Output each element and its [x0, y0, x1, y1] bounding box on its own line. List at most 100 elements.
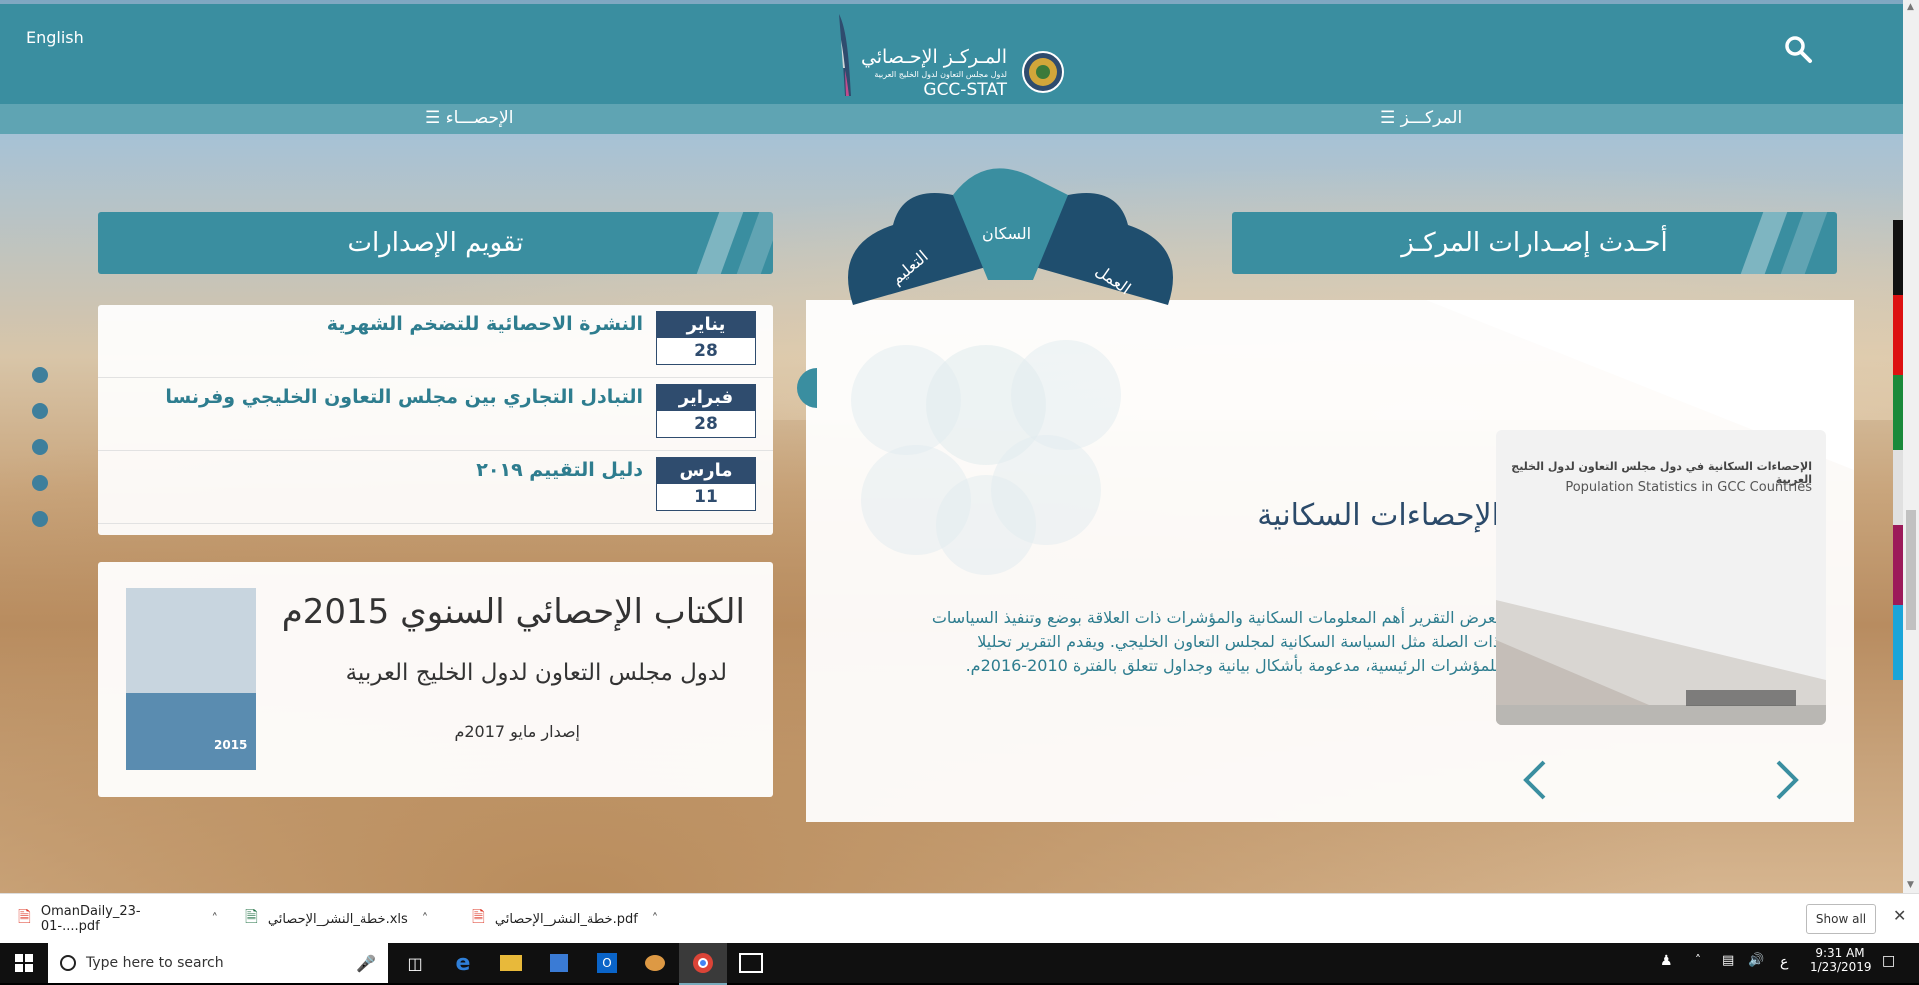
section-dot[interactable] — [32, 475, 48, 491]
nav-center-label: المركـــز — [1400, 108, 1463, 128]
gcc-emblem-icon — [1022, 51, 1064, 93]
language-link[interactable]: English — [26, 28, 84, 47]
chevron-up-icon[interactable]: ˄ — [212, 912, 219, 927]
chevron-up-icon[interactable]: ˄ — [422, 912, 429, 927]
store-icon[interactable] — [535, 943, 583, 983]
notification-icon[interactable]: □ — [1882, 953, 1895, 969]
menu-icon: ☰ — [425, 108, 441, 128]
paint-icon[interactable] — [631, 943, 679, 983]
release-calendar-title: تقويم الإصدارات — [347, 228, 524, 258]
yearbook-release: إصدار مايو 2017م — [454, 722, 580, 741]
date-day: 28 — [657, 411, 755, 437]
cover-map — [126, 588, 256, 693]
logo-english: GCC-STAT — [923, 80, 1007, 100]
next-arrow-icon[interactable] — [1772, 758, 1802, 802]
date-month: مارس — [657, 458, 755, 484]
header-stripe — [696, 212, 744, 274]
release-calendar-list: يناير 28 النشرة الاحصائية للتضخم الشهرية… — [98, 305, 773, 535]
page-scrollbar[interactable]: ▲ ▼ — [1903, 0, 1919, 893]
windows-taskbar: Type here to search 🎤 ◫ e O ♟ ˄ ▤ 🔊 ع 9:… — [0, 943, 1919, 985]
header-stripe — [736, 212, 773, 274]
date-month: فبراير — [657, 385, 755, 411]
scroll-down-icon[interactable]: ▼ — [1907, 880, 1914, 890]
header-stripe — [1780, 212, 1828, 274]
download-item[interactable]: 🗎 OmanDaily_23-01-....pdf ˄ — [18, 894, 218, 944]
cover-artwork — [1496, 600, 1826, 725]
cortana-icon — [60, 955, 76, 971]
topic-wheel-faded — [851, 340, 1121, 575]
file-explorer-icon[interactable] — [487, 943, 535, 983]
close-icon[interactable]: ✕ — [1893, 906, 1906, 925]
menu-icon: ☰ — [1380, 108, 1396, 128]
downloads-bar: 🗎 OmanDaily_23-01-....pdf ˄ 🗎 خطة_النشر_… — [0, 893, 1919, 944]
calendar-item[interactable]: مارس 11 دليل التقييم ٢٠١٩ — [98, 451, 773, 524]
date-day: 11 — [657, 484, 755, 510]
calendar-item-title[interactable]: دليل التقييم ٢٠١٩ — [476, 459, 643, 481]
nav-center-menu[interactable]: المركـــز ☰ — [1380, 108, 1462, 128]
show-all-button[interactable]: Show all — [1806, 904, 1876, 934]
chevron-up-icon[interactable]: ˄ — [1695, 953, 1701, 967]
logo-flag-mark — [839, 14, 851, 96]
date-badge: مارس 11 — [656, 457, 756, 511]
latest-publications-title: أحـدث إصـدارات المركـز — [1401, 228, 1668, 258]
microphone-icon[interactable]: 🎤 — [356, 954, 376, 973]
cover-english-title: Population Statistics in GCC Countries — [1565, 480, 1812, 495]
scroll-thumb[interactable] — [1906, 510, 1916, 630]
search-icon[interactable] — [1783, 34, 1813, 64]
header-stripe — [1740, 212, 1788, 274]
date-month: يناير — [657, 312, 755, 338]
calendar-item[interactable]: يناير 28 النشرة الاحصائية للتضخم الشهرية — [98, 305, 773, 378]
section-dots — [32, 367, 48, 527]
nav-stats-label: الإحصـــاء — [445, 108, 514, 128]
latest-publications-header: أحـدث إصـدارات المركـز — [1232, 212, 1837, 274]
outlook-icon[interactable]: O — [583, 943, 631, 983]
yearbook-card[interactable]: 2015 الكتاب الإحصائي السنوي 2015م لدول م… — [98, 562, 773, 797]
clock[interactable]: 9:31 AM 1/23/2019 — [1810, 946, 1872, 974]
section-dot[interactable] — [32, 511, 48, 527]
publication-slide: الإحصاءات السكانية يعرض التقرير أهم المع… — [806, 300, 1854, 822]
wheel-topic-population[interactable]: السكان — [982, 224, 1031, 243]
clock-date: 1/23/2019 — [1810, 960, 1872, 974]
chrome-icon[interactable] — [679, 943, 727, 985]
download-filename: خطة_النشر_الإحصائي.pdf — [494, 911, 638, 927]
yearbook-cover[interactable]: 2015 — [126, 588, 256, 770]
date-badge: يناير 28 — [656, 311, 756, 365]
section-dot[interactable] — [32, 367, 48, 383]
windows-logo-icon — [15, 954, 33, 972]
clock-time: 9:31 AM — [1815, 946, 1865, 960]
download-item[interactable]: 🗎 خطة_النشر_الإحصائي.xls ˄ — [245, 894, 445, 944]
pdf-icon: 🗎 — [472, 906, 485, 926]
logo-arabic-title: المـركـز الإحـصائي — [860, 46, 1007, 68]
chevron-up-icon[interactable]: ˄ — [652, 912, 659, 927]
download-item[interactable]: 🗎 خطة_النشر_الإحصائي.pdf ˄ — [472, 894, 672, 944]
pdf-icon: 🗎 — [18, 906, 31, 926]
calendar-item-title[interactable]: التبادل التجاري بين مجلس التعاون الخليجي… — [165, 386, 643, 408]
calendar-item[interactable]: فبراير 28 التبادل التجاري بين مجلس التعا… — [98, 378, 773, 451]
network-icon[interactable]: ▤ — [1722, 953, 1734, 968]
prev-arrow-icon[interactable] — [1520, 758, 1550, 802]
date-day: 28 — [657, 338, 755, 364]
input-language[interactable]: ع — [1780, 954, 1788, 970]
windows-start-icon[interactable] — [0, 943, 48, 983]
section-dot[interactable] — [32, 439, 48, 455]
nav-stats-menu[interactable]: الإحصـــاء ☰ — [425, 108, 513, 128]
cover-year: 2015 — [214, 738, 248, 752]
chrome-logo-icon — [693, 953, 713, 973]
page-viewport: English المـركـز الإحـصائي لدول مجلس الت… — [0, 0, 1903, 893]
volume-icon[interactable]: 🔊 — [1748, 953, 1764, 968]
publication-cover[interactable]: الإحصاءات السكانية في دول مجلس التعاون ل… — [1496, 430, 1826, 725]
site-logo[interactable]: المـركـز الإحـصائي لدول مجلس التعاون لدو… — [835, 10, 1065, 100]
download-filename: OmanDaily_23-01-....pdf — [40, 904, 141, 934]
publication-title: الإحصاءات السكانية — [1257, 498, 1500, 533]
calendar-item-title[interactable]: النشرة الاحصائية للتضخم الشهرية — [327, 313, 643, 335]
date-badge: فبراير 28 — [656, 384, 756, 438]
edge-icon[interactable]: e — [439, 943, 487, 983]
people-icon[interactable]: ♟ — [1660, 953, 1673, 969]
taskbar-search-box[interactable]: Type here to search 🎤 — [48, 943, 388, 983]
section-dot[interactable] — [32, 403, 48, 419]
color-strip — [1893, 220, 1903, 680]
release-calendar-header: تقويم الإصدارات — [98, 212, 773, 274]
scroll-up-icon[interactable]: ▲ — [1907, 2, 1914, 12]
task-view-icon[interactable]: ◫ — [391, 943, 439, 983]
photos-icon[interactable] — [727, 943, 775, 983]
